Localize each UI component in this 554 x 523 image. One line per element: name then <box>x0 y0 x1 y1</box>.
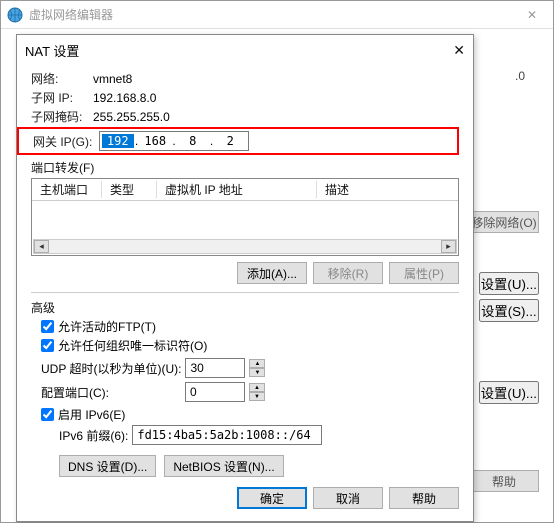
udp-timeout-input[interactable] <box>185 358 245 378</box>
scroll-left-icon[interactable]: ◂ <box>34 240 49 253</box>
settings-u2-button[interactable]: 设置(U)... <box>479 381 539 404</box>
network-value: vmnet8 <box>93 72 132 86</box>
advanced-title: 高级 <box>31 299 459 316</box>
remove-network-button[interactable]: 移除网络(O) <box>469 211 539 233</box>
col-vm-ip[interactable]: 虚拟机 IP 地址 <box>157 181 317 198</box>
dialog-titlebar: NAT 设置 ✕ <box>17 35 473 66</box>
udp-timeout-label: UDP 超时(以秒为单位)(U): <box>41 360 181 377</box>
subnet-mask-label: 子网掩码: <box>31 108 87 125</box>
gateway-octet-4[interactable]: 2 <box>215 134 247 148</box>
spin-down-icon[interactable]: ▼ <box>249 392 265 401</box>
close-icon[interactable]: ✕ <box>453 42 465 59</box>
parent-help-button[interactable]: 帮助 <box>469 470 539 492</box>
network-label: 网络: <box>31 70 87 87</box>
enable-ipv6-checkbox[interactable] <box>41 408 54 421</box>
nat-settings-dialog: NAT 设置 ✕ 网络: vmnet8 子网 IP: 192.168.8.0 子… <box>16 34 474 522</box>
dns-settings-button[interactable]: DNS 设置(D)... <box>59 455 156 477</box>
gateway-highlight: 网关 IP(G): 192 . 168 . 8 . 2 <box>17 127 459 155</box>
ok-button[interactable]: 确定 <box>237 487 307 509</box>
ipv6-prefix-label: IPv6 前缀(6): <box>59 427 128 444</box>
config-port-input[interactable] <box>185 382 245 402</box>
allow-org-id-label: 允许任何组织唯一标识符(O) <box>58 337 207 354</box>
gateway-octet-3[interactable]: 8 <box>177 134 209 148</box>
udp-timeout-spinner[interactable]: ▲ ▼ <box>249 359 265 377</box>
parent-close-icon[interactable]: ✕ <box>517 8 547 22</box>
col-host-port[interactable]: 主机端口 <box>32 181 102 198</box>
spin-down-icon[interactable]: ▼ <box>249 368 265 377</box>
table-header: 主机端口 类型 虚拟机 IP 地址 描述 <box>32 179 458 201</box>
col-description[interactable]: 描述 <box>317 181 458 198</box>
gateway-octet-1[interactable]: 192 <box>102 134 134 148</box>
add-button[interactable]: 添加(A)... <box>237 262 307 284</box>
spin-up-icon[interactable]: ▲ <box>249 359 265 368</box>
allow-org-id-checkbox[interactable] <box>41 339 54 352</box>
parent-titlebar: 虚拟网络编辑器 ✕ <box>1 1 553 29</box>
spin-up-icon[interactable]: ▲ <box>249 383 265 392</box>
parent-title: 虚拟网络编辑器 <box>29 6 113 23</box>
help-button[interactable]: 帮助 <box>389 487 459 509</box>
globe-icon <box>7 7 23 23</box>
subnet-tail: .0 <box>515 69 525 83</box>
config-port-spinner[interactable]: ▲ ▼ <box>249 383 265 401</box>
gateway-label: 网关 IP(G): <box>33 133 95 150</box>
properties-button[interactable]: 属性(P) <box>389 262 459 284</box>
horizontal-scrollbar[interactable]: ◂ ▸ <box>33 239 457 254</box>
enable-ipv6-label: 启用 IPv6(E) <box>58 406 125 423</box>
gateway-octet-2[interactable]: 168 <box>140 134 172 148</box>
col-type[interactable]: 类型 <box>102 181 157 198</box>
settings-s-button[interactable]: 设置(S)... <box>479 299 539 322</box>
netbios-settings-button[interactable]: NetBIOS 设置(N)... <box>164 455 283 477</box>
separator <box>31 292 459 293</box>
gateway-ip-input[interactable]: 192 . 168 . 8 . 2 <box>99 131 249 151</box>
subnet-mask-value: 255.255.255.0 <box>93 110 170 124</box>
dialog-title: NAT 设置 <box>25 41 79 60</box>
settings-u-button[interactable]: 设置(U)... <box>479 272 539 295</box>
subnet-ip-value: 192.168.8.0 <box>93 91 156 105</box>
subnet-ip-label: 子网 IP: <box>31 89 87 106</box>
remove-button[interactable]: 移除(R) <box>313 262 383 284</box>
scroll-right-icon[interactable]: ▸ <box>441 240 456 253</box>
allow-active-ftp-checkbox[interactable] <box>41 320 54 333</box>
port-forward-title: 端口转发(F) <box>31 159 459 176</box>
ipv6-prefix-input[interactable] <box>132 425 322 445</box>
config-port-label: 配置端口(C): <box>41 384 181 401</box>
port-forward-table: 主机端口 类型 虚拟机 IP 地址 描述 ◂ ▸ <box>31 178 459 256</box>
cancel-button[interactable]: 取消 <box>313 487 383 509</box>
allow-active-ftp-label: 允许活动的FTP(T) <box>58 318 156 335</box>
